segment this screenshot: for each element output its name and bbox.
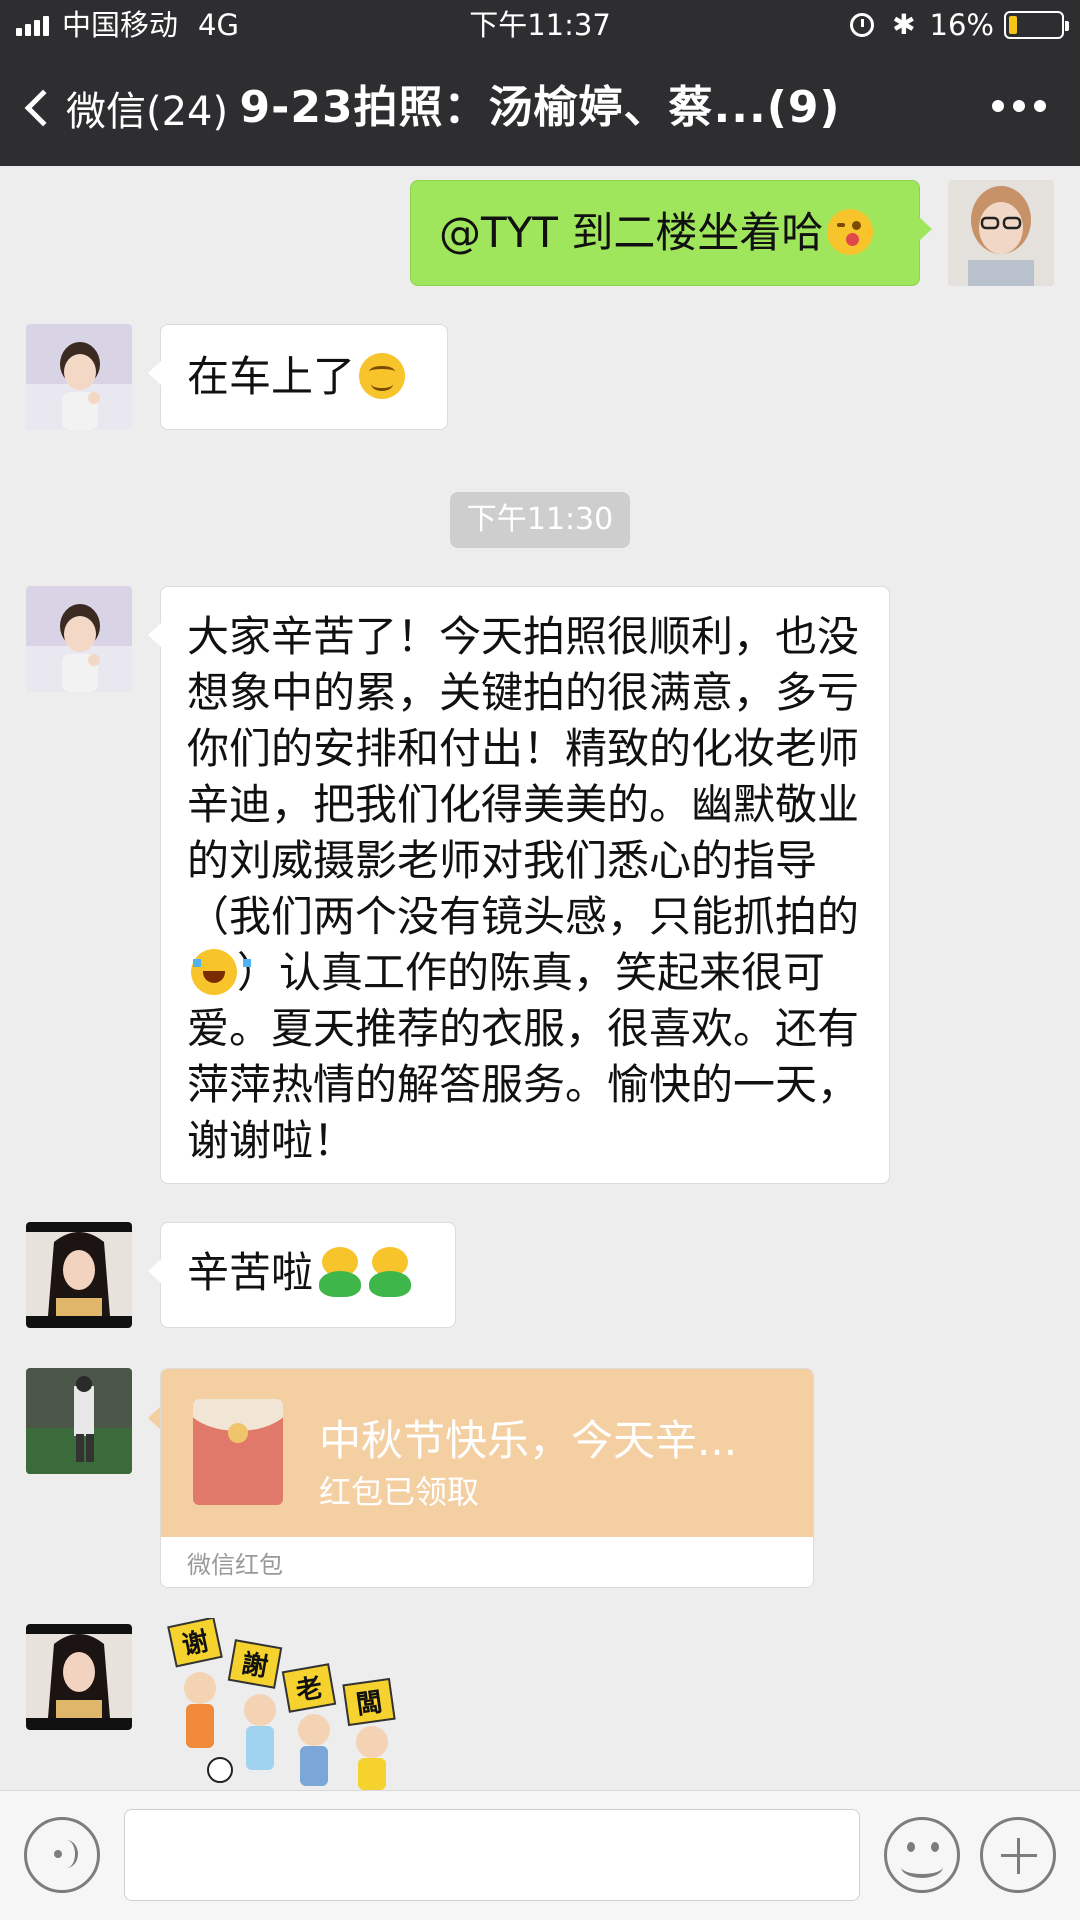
more-actions-button[interactable] xyxy=(980,1817,1056,1893)
smile-icon xyxy=(359,353,406,399)
avatar-girl[interactable] xyxy=(26,586,132,692)
status-bar: 中国移动 4G 下午11:37 ✱ 16% xyxy=(0,0,1080,50)
avatar-image xyxy=(26,1624,132,1730)
avatar-image xyxy=(26,1222,132,1328)
avatar-image xyxy=(26,586,132,692)
message-input[interactable] xyxy=(124,1809,860,1901)
thank-boss-sticker[interactable]: 谢 謝 老 闆 xyxy=(160,1616,420,1790)
sticker-image: 谢 謝 老 闆 xyxy=(167,1616,396,1790)
red-packet-card[interactable]: 中秋节快乐，今天辛... 红包已领取 微信红包 xyxy=(160,1368,814,1588)
message-text: 辛苦啦 xyxy=(187,1248,314,1297)
frog-icon xyxy=(317,1247,363,1297)
red-packet-body: 中秋节快乐，今天辛... 红包已领取 xyxy=(161,1369,813,1537)
emoji-button[interactable] xyxy=(884,1817,960,1893)
avatar-man[interactable] xyxy=(26,1368,132,1474)
more-dot-icon xyxy=(1013,100,1025,112)
more-dot-icon xyxy=(1034,100,1046,112)
message-text: @TYT 到二楼坐着哈 xyxy=(439,208,824,257)
red-packet-status: 红包已领取 xyxy=(319,1473,480,1511)
avatar-woman[interactable] xyxy=(26,1222,132,1328)
message-bubble-incoming[interactable]: 在车上了 xyxy=(148,324,448,430)
red-envelope-icon xyxy=(193,1399,283,1505)
avatar-girl[interactable] xyxy=(26,324,132,430)
input-bar xyxy=(0,1790,1080,1920)
nav-bar: 微信(24) 9-23拍照：汤榆婷、蔡...(9) xyxy=(0,50,1080,166)
frog-icon xyxy=(367,1247,413,1297)
message-text-continued: ）认真工作的陈真，笑起来很可爱。夏天推荐的衣服，很喜欢。还有萍萍热情的解答服务。… xyxy=(187,948,860,1165)
sticker-sign-3: 老 xyxy=(294,1673,325,1707)
bluetooth-icon: ✱ xyxy=(892,8,916,41)
avatar-image xyxy=(26,1368,132,1474)
sticker-sign-4: 闆 xyxy=(354,1687,384,1720)
more-button[interactable] xyxy=(983,100,1046,112)
red-packet-footer: 微信红包 xyxy=(161,1537,813,1587)
message-bubble-incoming[interactable]: 辛苦啦 xyxy=(148,1222,456,1328)
battery-icon xyxy=(1004,11,1069,39)
message-text: 大家辛苦了！今天拍照很顺利，也没想象中的累，关键拍的很满意，多亏你们的安排和付出… xyxy=(187,612,860,941)
wink-tongue-icon xyxy=(827,209,874,255)
chat-area[interactable]: @TYT 到二楼坐着哈 在车上了 下午11:30 大家辛苦了！今天拍照很顺利，也… xyxy=(0,166,1080,1790)
battery-percent: 16% xyxy=(929,8,994,42)
message-bubble-incoming[interactable]: 大家辛苦了！今天拍照很顺利，也没想象中的累，关键拍的很满意，多亏你们的安排和付出… xyxy=(148,586,890,1184)
sticker-sign-2: 謝 xyxy=(239,1648,270,1683)
chat-title: 9-23拍照：汤榆婷、蔡...(9) xyxy=(239,82,841,133)
laugh-cry-icon xyxy=(191,949,251,995)
voice-input-button[interactable] xyxy=(24,1817,100,1893)
avatar-woman[interactable] xyxy=(26,1624,132,1730)
timestamp-pill: 下午11:30 xyxy=(450,492,630,548)
status-right: ✱ 16% xyxy=(850,0,1069,50)
avatar-image xyxy=(26,324,132,430)
red-packet-title: 中秋节快乐，今天辛... xyxy=(319,1416,738,1465)
battery-fill xyxy=(1009,16,1017,34)
more-dot-icon xyxy=(992,100,1004,112)
message-text: 在车上了 xyxy=(187,352,356,401)
message-bubble-outgoing[interactable]: @TYT 到二楼坐着哈 xyxy=(410,180,932,286)
alarm-icon xyxy=(850,13,875,37)
avatar-image xyxy=(948,180,1054,286)
avatar-self[interactable] xyxy=(948,180,1054,286)
red-packet-label: 微信红包 xyxy=(187,1551,283,1579)
